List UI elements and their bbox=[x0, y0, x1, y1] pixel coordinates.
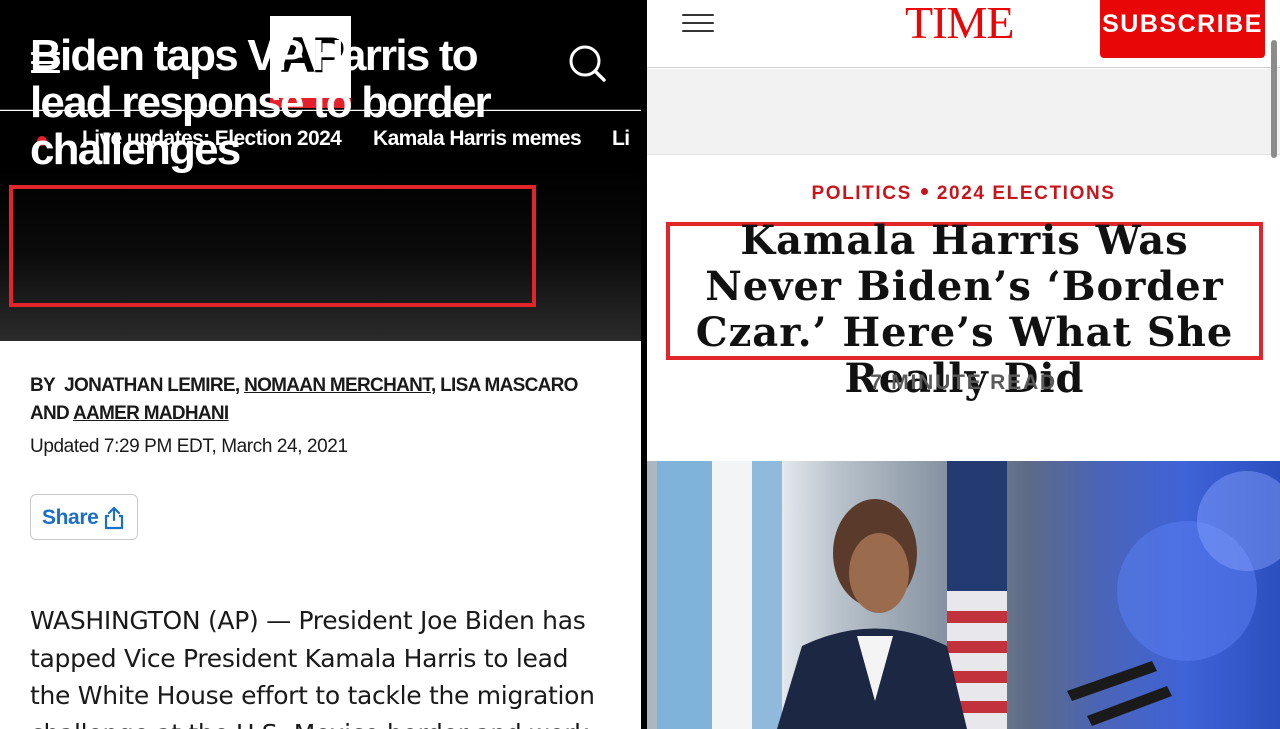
time-article-pane: TIME SUBSCRIBE POLITICS 2024 ELECTIONS Ka… bbox=[647, 0, 1280, 729]
ap-article-body: WASHINGTON (AP) — President Joe Biden ha… bbox=[30, 606, 595, 729]
byline-author-madhani-link[interactable]: AAMER MADHANI bbox=[73, 403, 229, 424]
ap-article-pane: AP Live updates: Election 2024 Kamala Ha… bbox=[0, 0, 641, 729]
share-button[interactable]: Share bbox=[30, 494, 138, 540]
ap-headline: Biden taps VP Harris to lead response to… bbox=[30, 31, 492, 174]
byline-prefix: BY bbox=[30, 375, 56, 396]
subscribe-button-label: SUBSCRIBE bbox=[1102, 10, 1263, 38]
kicker-2024-elections-link[interactable]: 2024 ELECTIONS bbox=[937, 183, 1116, 204]
kicker-bullet bbox=[920, 188, 928, 196]
ap-headline-highlight-box bbox=[9, 185, 536, 307]
byline-author-merchant-link[interactable]: NOMAAN MERCHANT bbox=[244, 375, 432, 396]
scrollbar-thumb[interactable] bbox=[1271, 40, 1277, 158]
search-icon[interactable] bbox=[568, 44, 606, 82]
ticker-item-truncated[interactable]: Li bbox=[612, 127, 630, 151]
kicker-politics-link[interactable]: POLITICS bbox=[811, 183, 911, 204]
share-icon bbox=[104, 506, 124, 530]
time-logo[interactable]: TIME bbox=[905, 0, 1014, 46]
ap-headline-hero bbox=[0, 169, 641, 341]
ap-updated-timestamp: Updated 7:29 PM EDT, March 24, 2021 bbox=[30, 436, 348, 457]
time-section-kicker: POLITICS 2024 ELECTIONS bbox=[647, 183, 1280, 205]
subscribe-button[interactable]: SUBSCRIBE bbox=[1100, 0, 1265, 58]
ap-byline: BY JONATHAN LEMIRE, NOMAAN MERCHANT, LIS… bbox=[30, 372, 620, 428]
ad-placeholder bbox=[647, 69, 1280, 155]
share-button-label: Share bbox=[42, 506, 99, 529]
hero-photo-illustration bbox=[657, 461, 1280, 729]
time-header: TIME SUBSCRIBE bbox=[647, 0, 1280, 68]
read-time-label: 7 MINUTE READ bbox=[870, 371, 1057, 394]
byline-author-lemire: JONATHAN LEMIRE, bbox=[64, 375, 240, 396]
menu-icon[interactable] bbox=[682, 14, 714, 32]
article-hero-photo bbox=[647, 461, 1280, 729]
